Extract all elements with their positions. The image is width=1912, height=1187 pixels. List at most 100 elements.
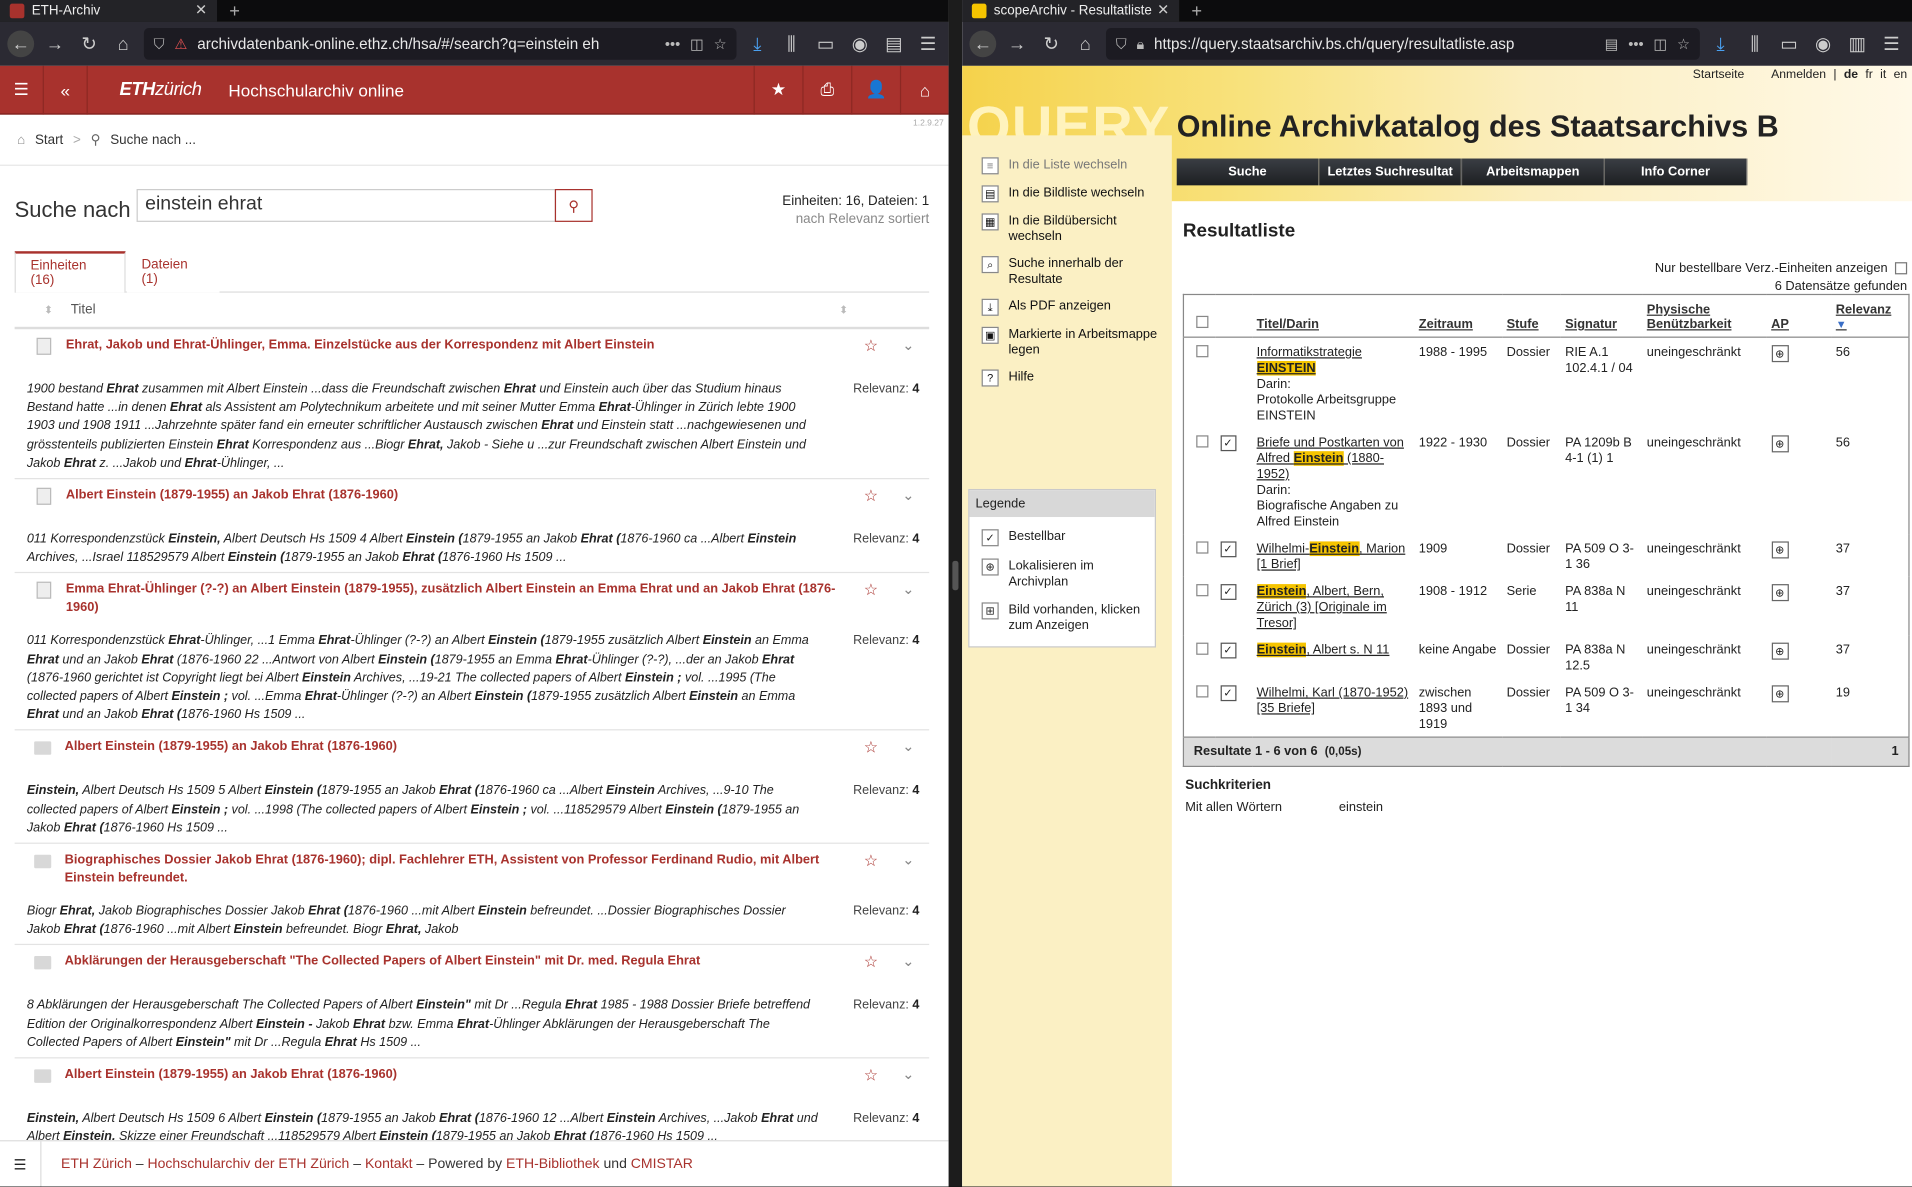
result-title[interactable]: Albert Einstein (1879-1955) an Jakob Ehr… <box>65 738 930 756</box>
sidebar-item[interactable]: ⤓ Als PDF anzeigen <box>962 298 1172 316</box>
result-item[interactable]: Albert Einstein (1879-1955) an Jakob Ehr… <box>14 731 930 844</box>
result-title[interactable]: Albert Einstein (1879-1955) an Jakob Ehr… <box>66 487 929 505</box>
footer-link-cmistar[interactable]: CMISTAR <box>631 1157 693 1172</box>
divider-grip[interactable] <box>952 560 959 591</box>
result-header[interactable]: Ehrat, Jakob und Ehrat-Ühlinger, Emma. E… <box>15 329 930 366</box>
lang-en[interactable]: en <box>1894 68 1908 81</box>
result-header[interactable]: Albert Einstein (1879-1955) an Jakob Ehr… <box>15 1059 930 1096</box>
home-icon[interactable]: ⌂ <box>1072 30 1099 57</box>
bookmark-star-icon[interactable]: ☆ <box>1677 35 1690 52</box>
document-icon[interactable]: ▥ <box>1844 30 1871 57</box>
search-button[interactable]: ⚲ <box>554 189 593 222</box>
orderable-icon[interactable]: ✓ <box>1220 685 1236 702</box>
close-tab-icon[interactable]: ✕ <box>1157 1 1169 18</box>
collapse-icon[interactable]: « <box>44 65 88 115</box>
library-icon[interactable]: ⫼ <box>1741 30 1768 57</box>
account-icon[interactable]: ◉ <box>846 30 873 57</box>
favorite-star-icon[interactable]: ☆ <box>864 953 878 973</box>
footer-link-library[interactable]: ETH-Bibliothek <box>506 1157 600 1172</box>
row-title-link[interactable]: Einstein, Albert, Bern, Zürich (3) [Orig… <box>1256 584 1387 630</box>
sort-icon[interactable]: ⬍ <box>44 304 53 317</box>
favorite-star-icon[interactable]: ☆ <box>864 738 878 758</box>
locate-archive-icon[interactable]: ⊕ <box>1771 642 1789 660</box>
result-item[interactable]: Ehrat, Jakob und Ehrat-Ühlinger, Emma. E… <box>14 329 930 480</box>
result-header[interactable]: Abklärungen der Herausgeberschaft "The C… <box>15 946 930 983</box>
favorite-star-icon[interactable]: ☆ <box>864 487 878 507</box>
col-relevance[interactable]: Relevanz ▼ <box>1830 294 1909 338</box>
row-checkbox[interactable] <box>1196 685 1209 698</box>
forward-icon[interactable]: → <box>1004 30 1031 57</box>
favorite-star-icon[interactable]: ☆ <box>864 1066 878 1086</box>
sidebar-icon[interactable]: ▭ <box>1775 30 1802 57</box>
home-icon[interactable]: ⌂ <box>899 65 949 115</box>
row-checkbox[interactable] <box>1196 435 1209 448</box>
locate-archive-icon[interactable]: ⊕ <box>1771 345 1789 363</box>
print-icon[interactable]: ⎙ <box>802 65 851 115</box>
back-icon[interactable]: ← <box>969 30 997 58</box>
result-item[interactable]: Albert Einstein (1879-1955) an Jakob Ehr… <box>14 1059 930 1153</box>
sidebar-item[interactable]: ⌕ Suche innerhalb der Resultate <box>962 256 1172 288</box>
right-active-tab[interactable]: scopeArchiv - Resultatliste ✕ <box>962 0 1180 22</box>
chevron-down-icon[interactable]: ⌄ <box>902 851 914 868</box>
split-divider[interactable] <box>948 0 963 1187</box>
only-orderable-checkbox[interactable] <box>1894 262 1908 275</box>
back-icon[interactable]: ← <box>7 30 35 58</box>
page-number[interactable]: 1 <box>1830 736 1909 767</box>
row-title-link[interactable]: Informatikstrategie EINSTEIN <box>1256 345 1362 376</box>
orderable-icon[interactable]: ✓ <box>1220 584 1236 600</box>
bookmark-star-icon[interactable]: ☆ <box>714 35 727 52</box>
sidebar-item[interactable]: ? Hilfe <box>962 369 1172 387</box>
row-title-link[interactable]: Wilhelmi, Karl (1870-1952) [35 Briefe] <box>1257 685 1409 715</box>
result-item[interactable]: Abklärungen der Herausgeberschaft "The C… <box>14 946 930 1059</box>
locate-archive-icon[interactable]: ⊕ <box>1771 435 1789 453</box>
chevron-down-icon[interactable]: ⌄ <box>902 487 914 504</box>
reader-view-icon[interactable]: ▤ <box>1605 35 1619 52</box>
result-header[interactable]: Albert Einstein (1879-1955) an Jakob Ehr… <box>15 479 930 516</box>
more-icon[interactable]: ••• <box>665 35 680 52</box>
chevron-down-icon[interactable]: ⌄ <box>902 738 914 755</box>
row-checkbox[interactable] <box>1196 345 1209 358</box>
locate-archive-icon[interactable]: ⊕ <box>1771 584 1789 602</box>
result-item[interactable]: Emma Ehrat-Ühlinger (?-?) an Albert Eins… <box>14 574 930 731</box>
more-icon[interactable]: ••• <box>1628 35 1643 52</box>
footer-menu-icon[interactable]: ☰ <box>0 1140 42 1187</box>
select-all-checkbox[interactable] <box>1196 315 1209 329</box>
breadcrumb-start[interactable]: Start <box>35 132 63 147</box>
result-title[interactable]: Albert Einstein (1879-1955) an Jakob Ehr… <box>65 1066 930 1084</box>
reader-icon[interactable]: ▤ <box>880 30 907 57</box>
lang-it[interactable]: it <box>1880 68 1886 81</box>
result-item[interactable]: Biographisches Dossier Jakob Ehrat (1876… <box>14 844 930 946</box>
row-checkbox[interactable] <box>1196 541 1209 554</box>
home-icon[interactable]: ⌂ <box>110 30 137 57</box>
reload-icon[interactable]: ↻ <box>76 30 103 57</box>
left-url-bar[interactable]: ⛉ ⚠ archivdatenbank-online.ethz.ch/hsa/#… <box>143 28 737 60</box>
search-input[interactable]: einstein ehrat <box>136 189 557 222</box>
column-title[interactable]: Titel <box>71 302 96 317</box>
tab-files[interactable]: Dateien (1) <box>126 251 220 293</box>
link-startseite[interactable]: Startseite <box>1693 68 1745 81</box>
right-url-bar[interactable]: ⛉ 🔒︎ https://query.staatsarchiv.bs.ch/qu… <box>1105 28 1700 60</box>
breadcrumb-search[interactable]: Suche nach ... <box>110 132 196 147</box>
chevron-down-icon[interactable]: ⌄ <box>902 581 914 598</box>
col-signature[interactable]: Signatur <box>1560 294 1642 338</box>
row-title-link[interactable]: Wilhelmi-Einstein, Marion [1 Brief] <box>1257 541 1405 572</box>
pocket-icon[interactable]: ◫ <box>690 35 704 52</box>
footer-link-archive[interactable]: Hochschularchiv der ETH Zürich <box>147 1157 349 1172</box>
lang-de[interactable]: de <box>1844 68 1858 81</box>
left-active-tab[interactable]: ETH-Archiv ✕ <box>0 0 218 22</box>
menu-icon[interactable]: ☰ <box>1878 30 1905 57</box>
result-title[interactable]: Emma Ehrat-Ühlinger (?-?) an Albert Eins… <box>66 581 929 618</box>
download-icon[interactable]: ⤓ <box>1707 30 1734 57</box>
user-icon[interactable]: 👤 <box>851 65 900 115</box>
lang-fr[interactable]: fr <box>1865 68 1872 81</box>
favorite-star-icon[interactable]: ☆ <box>864 851 878 871</box>
locate-archive-icon[interactable]: ⊕ <box>1771 541 1789 559</box>
forward-icon[interactable]: → <box>41 30 68 57</box>
sidebar-item[interactable]: ▦ In die Bildübersicht wechseln <box>962 213 1172 245</box>
close-tab-icon[interactable]: ✕ <box>195 1 207 18</box>
eth-logo[interactable]: ETHzürich <box>120 79 202 100</box>
orderable-icon[interactable]: ✓ <box>1220 435 1236 452</box>
favorite-star-icon[interactable]: ☆ <box>864 581 878 601</box>
sidebar-icon[interactable]: ▭ <box>812 30 839 57</box>
chevron-down-icon[interactable]: ⌄ <box>902 337 914 354</box>
